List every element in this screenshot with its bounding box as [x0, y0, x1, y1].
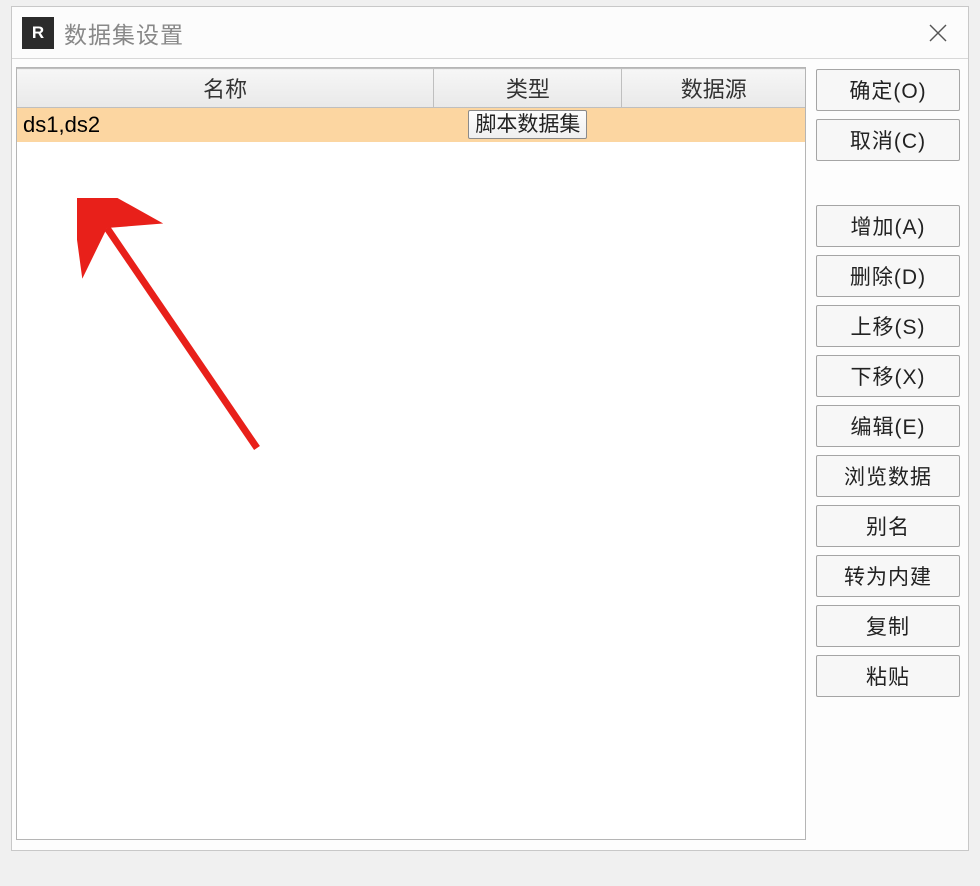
cancel-button[interactable]: 取消(C) — [816, 119, 960, 161]
paste-button[interactable]: 粘贴 — [816, 655, 960, 697]
app-icon: R — [22, 17, 54, 49]
alias-button[interactable]: 别名 — [816, 505, 960, 547]
titlebar: R 数据集设置 — [12, 7, 968, 59]
dialog-title: 数据集设置 — [64, 16, 184, 50]
to-builtin-button[interactable]: 转为内建 — [816, 555, 960, 597]
button-group-gap — [816, 169, 960, 197]
table-row[interactable]: ds1,ds2 脚本数据集 — [17, 108, 805, 142]
column-header-name[interactable]: 名称 — [17, 69, 434, 108]
copy-button[interactable]: 复制 — [816, 605, 960, 647]
side-button-panel: 确定(O) 取消(C) 增加(A) 删除(D) 上移(S) 下移(X) 编辑(E… — [816, 67, 960, 840]
add-button[interactable]: 增加(A) — [816, 205, 960, 247]
close-icon[interactable] — [920, 15, 956, 51]
move-up-button[interactable]: 上移(S) — [816, 305, 960, 347]
dataset-settings-dialog: R 数据集设置 名称 类型 数据源 — [11, 6, 969, 851]
cell-source[interactable] — [622, 108, 805, 142]
app-icon-letter: R — [32, 23, 44, 43]
ok-button[interactable]: 确定(O) — [816, 69, 960, 111]
type-dropdown-button[interactable]: 脚本数据集 — [468, 110, 587, 139]
delete-button[interactable]: 删除(D) — [816, 255, 960, 297]
column-header-type[interactable]: 类型 — [434, 69, 622, 108]
cell-name[interactable]: ds1,ds2 — [17, 108, 434, 142]
cell-type[interactable]: 脚本数据集 — [434, 108, 622, 142]
dataset-table[interactable]: 名称 类型 数据源 ds1,ds2 脚本数据集 — [16, 67, 806, 840]
browse-data-button[interactable]: 浏览数据 — [816, 455, 960, 497]
column-header-source[interactable]: 数据源 — [622, 69, 805, 108]
dialog-body: 名称 类型 数据源 ds1,ds2 脚本数据集 — [12, 59, 968, 850]
table-header-row: 名称 类型 数据源 — [17, 69, 805, 108]
edit-button[interactable]: 编辑(E) — [816, 405, 960, 447]
annotation-arrow-icon — [77, 198, 277, 458]
move-down-button[interactable]: 下移(X) — [816, 355, 960, 397]
